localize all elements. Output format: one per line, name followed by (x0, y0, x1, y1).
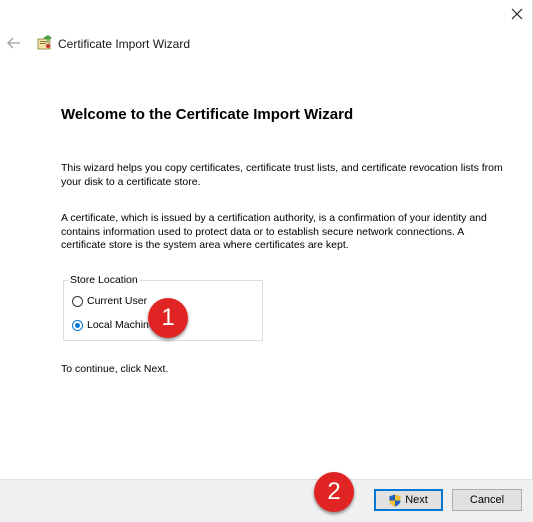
current-user-option[interactable]: Current User (72, 293, 147, 309)
page-heading: Welcome to the Certificate Import Wizard (61, 106, 354, 123)
step-badge-2: 2 (314, 472, 354, 512)
current-user-label: Current User (87, 295, 148, 307)
uac-shield-icon (389, 494, 401, 506)
current-user-radio[interactable] (72, 295, 83, 307)
wizard-header: Certificate Import Wizard (0, 30, 533, 58)
local-machine-label: Local Machine (87, 319, 155, 331)
step-badge-1: 1 (148, 298, 188, 338)
next-button[interactable]: Next (374, 489, 443, 511)
close-button[interactable] (505, 4, 529, 24)
certificate-description-paragraph: A certificate, which is issued by a cert… (61, 212, 487, 251)
wizard-title: Certificate Import Wizard (58, 37, 191, 51)
close-icon (511, 8, 523, 20)
intro-paragraph: This wizard helps you copy certificates,… (61, 162, 503, 188)
certificate-import-wizard-window: Certificate Import Wizard Welcome to the… (0, 0, 533, 522)
store-location-legend: Store Location (68, 274, 140, 286)
cancel-button-label: Cancel (469, 494, 505, 506)
continue-instruction: To continue, click Next. (61, 363, 169, 375)
local-machine-option[interactable]: Local Machine (72, 317, 155, 333)
back-arrow-icon (7, 37, 20, 49)
certificate-icon (37, 35, 52, 50)
local-machine-radio[interactable] (72, 319, 83, 331)
next-button-label: Next (405, 494, 428, 506)
cancel-button[interactable]: Cancel (452, 489, 522, 511)
back-button[interactable] (5, 34, 23, 52)
wizard-footer: Next Cancel (0, 479, 533, 522)
